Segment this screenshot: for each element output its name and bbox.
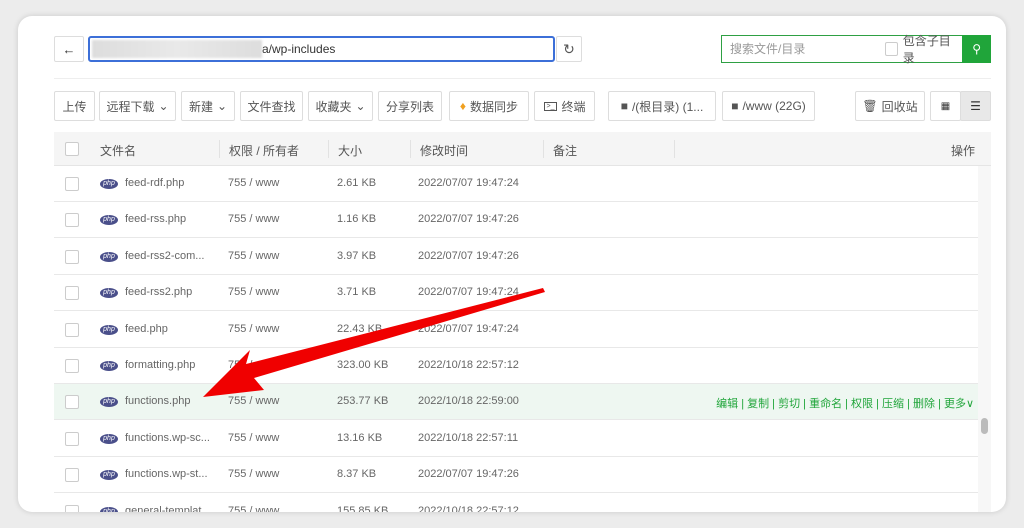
file-manager-panel: ← a/wp-includes ↻ 包含子目录 ⚲ 上传 远程下载⌄ 新建⌄ 文… (18, 16, 1006, 512)
annotation-arrow (203, 288, 545, 397)
arrow-shape (203, 288, 545, 397)
